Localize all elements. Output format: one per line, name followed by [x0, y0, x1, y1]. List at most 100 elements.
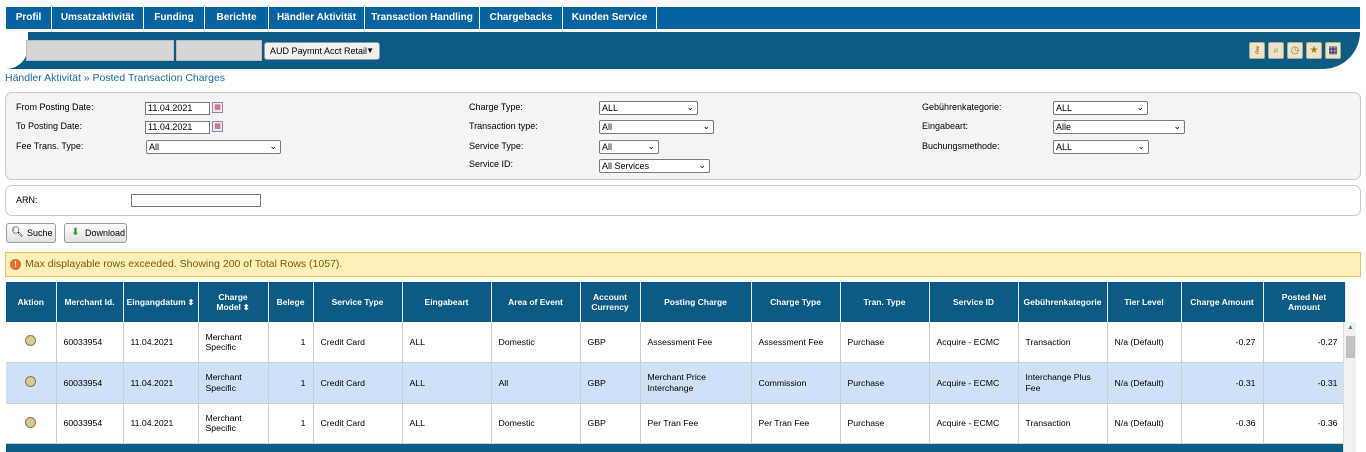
settings-icon[interactable] — [25, 376, 37, 387]
merchant-id-field — [176, 40, 262, 61]
vertical-scrollbar[interactable]: ▲ — [1343, 322, 1356, 452]
transaction-type-value: All — [602, 122, 613, 132]
tab-umsatzaktivitaet[interactable]: Umsatzaktivität — [52, 7, 144, 29]
cell-gebuehrenkategorie: Transaction — [1018, 403, 1108, 444]
service-type-select[interactable]: All ⌄ — [599, 140, 659, 154]
tab-haendler-aktivitaet[interactable]: Händler Aktivität — [269, 7, 365, 29]
magnifier-icon[interactable]: ⌕ — [1268, 42, 1284, 59]
cell-gebuehrenkategorie: Interchange Plus Fee — [1018, 362, 1108, 404]
clock-icon[interactable]: ◷ — [1287, 42, 1303, 59]
cell-posted-net-amount: -0.36 — [1263, 403, 1346, 444]
buchungsmethode-select[interactable]: ALL ⌄ — [1053, 140, 1149, 154]
tab-chargebacks[interactable]: Chargebacks — [480, 7, 563, 29]
chevron-down-icon: ⌄ — [1137, 141, 1145, 151]
table-row[interactable]: 60033954 11.04.2021 Merchant Specific 1 … — [6, 403, 1346, 444]
row-action[interactable] — [6, 403, 57, 444]
cell-gebuehrenkategorie: Transaction — [1018, 322, 1108, 363]
toolbar-icons: ⚷ ⌕ ◷ ★ ▦ — [1249, 42, 1341, 59]
col-charge-model[interactable]: Charge Model ⬍ — [198, 282, 269, 322]
cell-eingabeart: ALL — [402, 362, 492, 404]
eingabeart-select[interactable]: Alle ⌄ — [1053, 120, 1185, 134]
eingabeart-label: Eingabeart: — [922, 121, 969, 131]
chevron-down-icon: ⌄ — [269, 141, 277, 151]
from-posting-date-input[interactable]: 11.04.2021 — [145, 102, 210, 115]
scroll-up-icon[interactable]: ▲ — [1347, 324, 1354, 331]
service-id-select[interactable]: All Services ⌄ — [599, 159, 710, 173]
cell-charge-type: Commission — [751, 362, 841, 404]
cell-charge-model: Merchant Specific — [198, 322, 269, 363]
col-tran-type[interactable]: Tran. Type — [840, 282, 930, 322]
cell-eingabeart: ALL — [402, 403, 492, 444]
row-action[interactable] — [6, 362, 57, 404]
col-tier-level[interactable]: Tier Level — [1107, 282, 1182, 322]
cell-tran-type: Purchase — [840, 322, 930, 363]
calendar-icon[interactable]: ▦ — [212, 102, 223, 113]
cell-eingabeart: ALL — [402, 322, 492, 363]
col-service-type[interactable]: Service Type — [313, 282, 403, 322]
warning-banner: ! Max displayable rows exceeded. Showing… — [5, 252, 1361, 277]
tab-funding[interactable]: Funding — [144, 7, 205, 29]
star-icon[interactable]: ★ — [1306, 42, 1322, 59]
sort-icon[interactable]: ⬍ — [243, 303, 250, 312]
account-select[interactable]: AUD Paymnt Acct Retail ▼ — [264, 42, 380, 60]
cell-eingangdatum: 11.04.2021 — [123, 403, 199, 444]
chevron-down-icon: ⌄ — [698, 160, 706, 170]
tab-transaction-handling[interactable]: Transaction Handling — [365, 7, 480, 29]
gebuehrenkategorie-select[interactable]: ALL ⌄ — [1053, 101, 1148, 115]
transaction-type-label: Transaction type: — [469, 121, 538, 131]
cell-charge-type: Assessment Fee — [751, 322, 841, 363]
cell-service-type: Credit Card — [313, 322, 403, 363]
col-eingabeart[interactable]: Eingabeart — [402, 282, 492, 322]
col-gebuehrenkategorie[interactable]: Gebührenkategorie — [1018, 282, 1108, 322]
calendar-icon[interactable]: ▦ — [212, 121, 223, 132]
tab-profil[interactable]: Profil — [6, 7, 52, 29]
cell-merchant-id: 60033954 — [56, 362, 124, 404]
arn-input[interactable] — [131, 194, 261, 207]
sort-icon[interactable]: ⬍ — [188, 298, 195, 307]
scrollbar-thumb[interactable] — [1346, 336, 1355, 358]
cell-posted-net-amount: -0.27 — [1263, 322, 1346, 363]
col-service-id[interactable]: Service ID — [929, 282, 1019, 322]
to-posting-date-input[interactable]: 11.04.2021 — [145, 121, 210, 134]
col-charge-amount[interactable]: Charge Amount — [1181, 282, 1264, 322]
settings-icon[interactable] — [25, 335, 37, 347]
cell-belege: 1 — [268, 403, 314, 444]
qr-code-icon[interactable]: ▦ — [1325, 42, 1341, 59]
cell-charge-model: Merchant Specific — [198, 362, 269, 404]
download-button[interactable]: ⬇ Download — [64, 223, 127, 243]
cell-posted-net-amount: -0.31 — [1263, 362, 1346, 404]
col-belege[interactable]: Belege — [268, 282, 314, 322]
cell-service-id: Acquire - ECMC — [929, 362, 1019, 404]
col-merchant-id[interactable]: Merchant Id. — [56, 282, 124, 322]
download-button-label: Download — [85, 228, 126, 238]
cell-charge-amount: -0.31 — [1181, 362, 1264, 404]
fee-trans-type-label: Fee Trans. Type: — [16, 141, 84, 151]
table-row[interactable]: 60033954 11.04.2021 Merchant Specific 1 … — [6, 362, 1346, 404]
cell-area-of-event: Domestic — [491, 403, 581, 444]
tab-kunden-service[interactable]: Kunden Service — [563, 7, 657, 29]
table-row[interactable]: 60033954 11.04.2021 Merchant Specific 1 … — [6, 322, 1346, 363]
chevron-down-icon: ▼ — [366, 46, 374, 55]
cell-belege: 1 — [268, 362, 314, 404]
merchant-name-field — [26, 40, 174, 61]
warning-icon: ! — [10, 259, 21, 270]
col-eingangdatum[interactable]: Eingangdatum ⬍ — [123, 282, 199, 322]
table-row-partial[interactable] — [6, 443, 1345, 452]
tab-berichte[interactable]: Berichte — [205, 7, 269, 29]
col-charge-type[interactable]: Charge Type — [751, 282, 841, 322]
transaction-type-select[interactable]: All ⌄ — [599, 120, 714, 134]
fee-trans-type-select[interactable]: All ⌄ — [146, 140, 281, 154]
search-button[interactable]: 🔍︎ Suche — [6, 223, 56, 243]
service-id-value: All Services — [602, 161, 650, 171]
key-icon[interactable]: ⚷ — [1249, 42, 1265, 59]
col-area-of-event[interactable]: Area of Event — [491, 282, 581, 322]
cell-merchant-id: 60033954 — [56, 403, 124, 444]
account-select-value: AUD Paymnt Acct Retail — [270, 46, 368, 56]
col-posting-charge[interactable]: Posting Charge — [640, 282, 752, 322]
settings-icon[interactable] — [25, 416, 37, 428]
col-account-currency[interactable]: Account Currency — [580, 282, 641, 322]
row-action[interactable] — [6, 322, 57, 363]
cell-service-id: Acquire - ECMC — [929, 322, 1019, 363]
charge-type-select[interactable]: ALL ⌄ — [599, 101, 698, 115]
col-posted-net-amount[interactable]: Posted Net Amount — [1263, 282, 1346, 322]
